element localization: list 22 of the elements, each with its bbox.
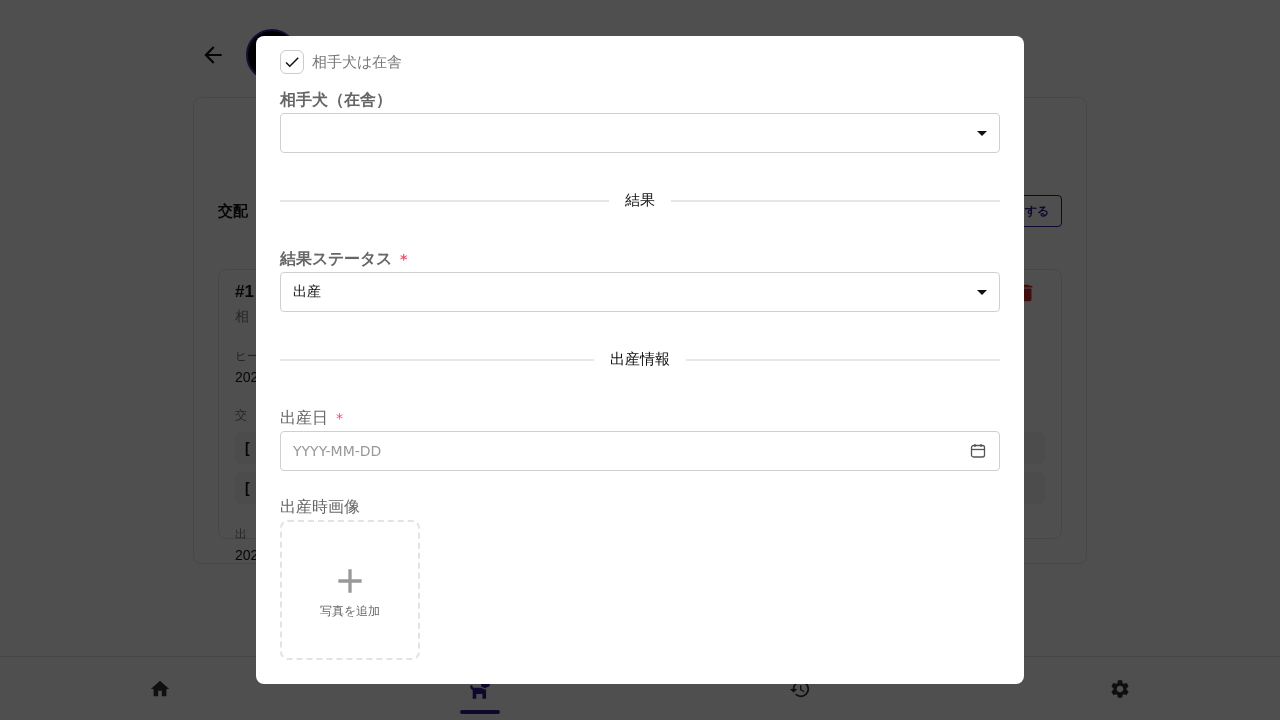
mating-entry-text: [ xyxy=(245,440,250,456)
required-mark: * xyxy=(400,251,408,267)
date-field[interactable]: YYYY-MM-DD xyxy=(280,431,1000,471)
checkbox[interactable] xyxy=(280,50,304,74)
calendar-icon[interactable] xyxy=(970,443,986,459)
settings-icon xyxy=(1109,677,1131,700)
section-divider-label: 出産情報 xyxy=(610,350,670,369)
section-title: 交配 xyxy=(218,201,248,221)
select-field[interactable] xyxy=(280,113,1000,153)
add-photo-button[interactable]: 写真を追加 xyxy=(280,520,420,660)
dropdown-icon xyxy=(977,130,987,136)
checkbox-label: 相手犬は在舎 xyxy=(312,52,402,72)
mating-entry-text: [ xyxy=(245,480,250,496)
section-divider-label: 結果 xyxy=(625,191,655,210)
field-label: 相手犬（在舎） xyxy=(280,89,392,111)
field-label: 結果ステータス xyxy=(280,248,392,270)
required-mark: * xyxy=(336,410,343,426)
select-field[interactable]: 出産 xyxy=(280,272,1000,312)
field-label: 出産日 xyxy=(280,407,328,429)
card-text: #1 xyxy=(235,282,254,302)
dropdown-icon xyxy=(977,289,987,295)
field-label: 出産時画像 xyxy=(280,496,360,518)
